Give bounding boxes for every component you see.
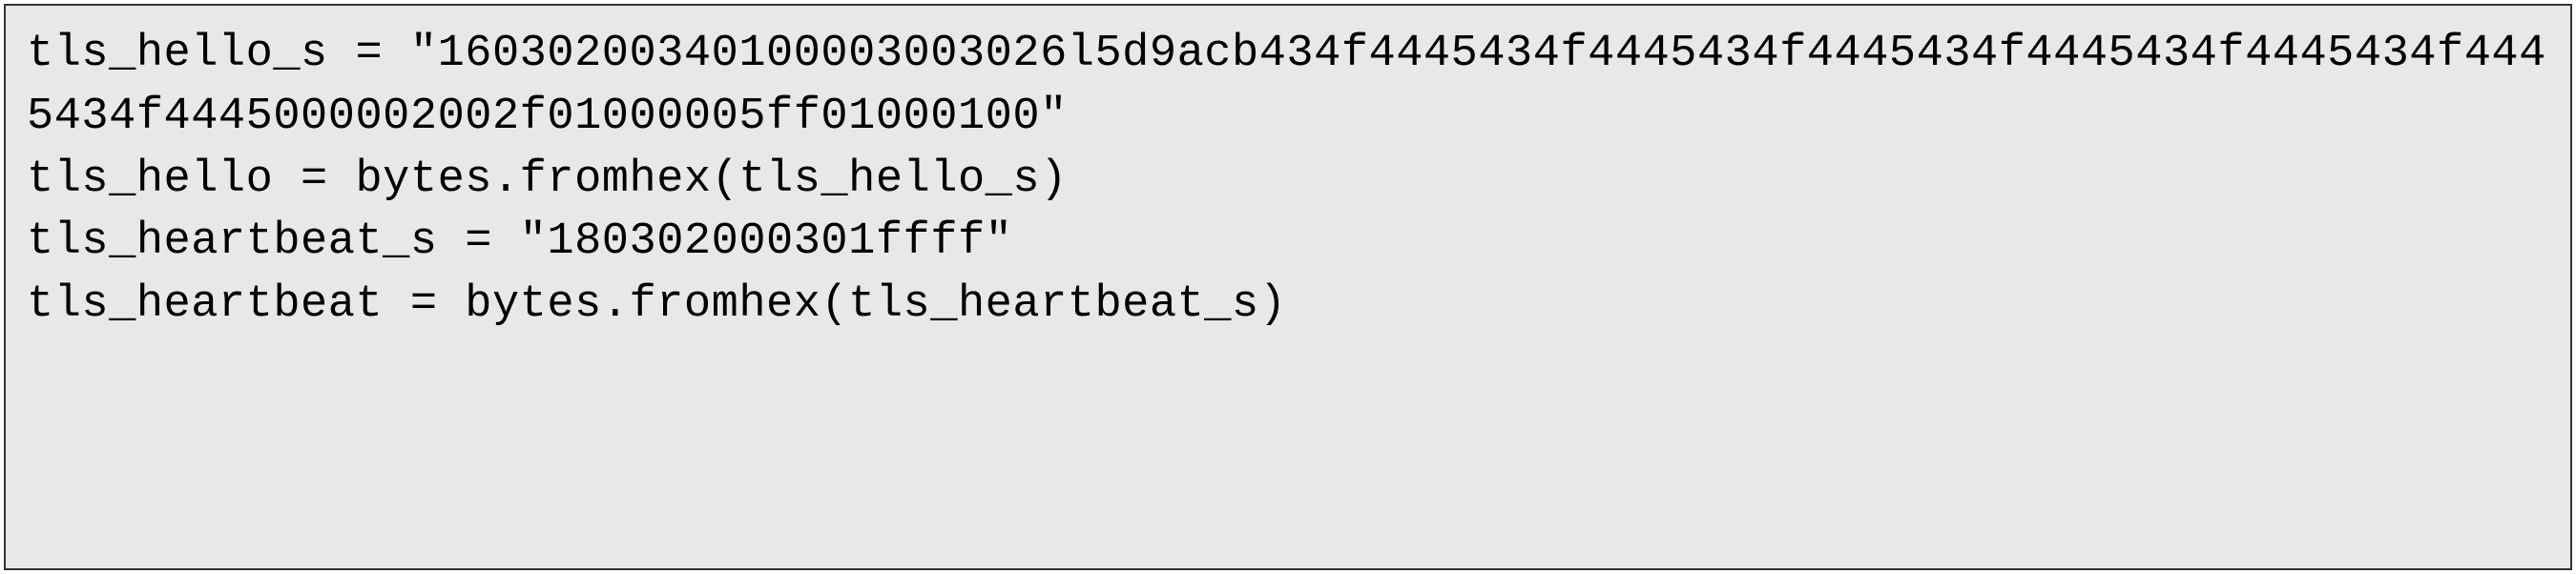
code-line-1: tls_hello_s = "16030200340100003003026l5… [27, 23, 2549, 149]
code-line-3: tls_hello = bytes.fromhex(tls_hello_s) [27, 149, 2549, 212]
code-line-7: tls_heartbeat_s = "180302000301ffff" [27, 211, 2549, 274]
code-line-9: tls_heartbeat = bytes.fromhex(tls_heartb… [27, 274, 2549, 337]
code-block: tls_hello_s = "16030200340100003003026l5… [4, 4, 2572, 570]
